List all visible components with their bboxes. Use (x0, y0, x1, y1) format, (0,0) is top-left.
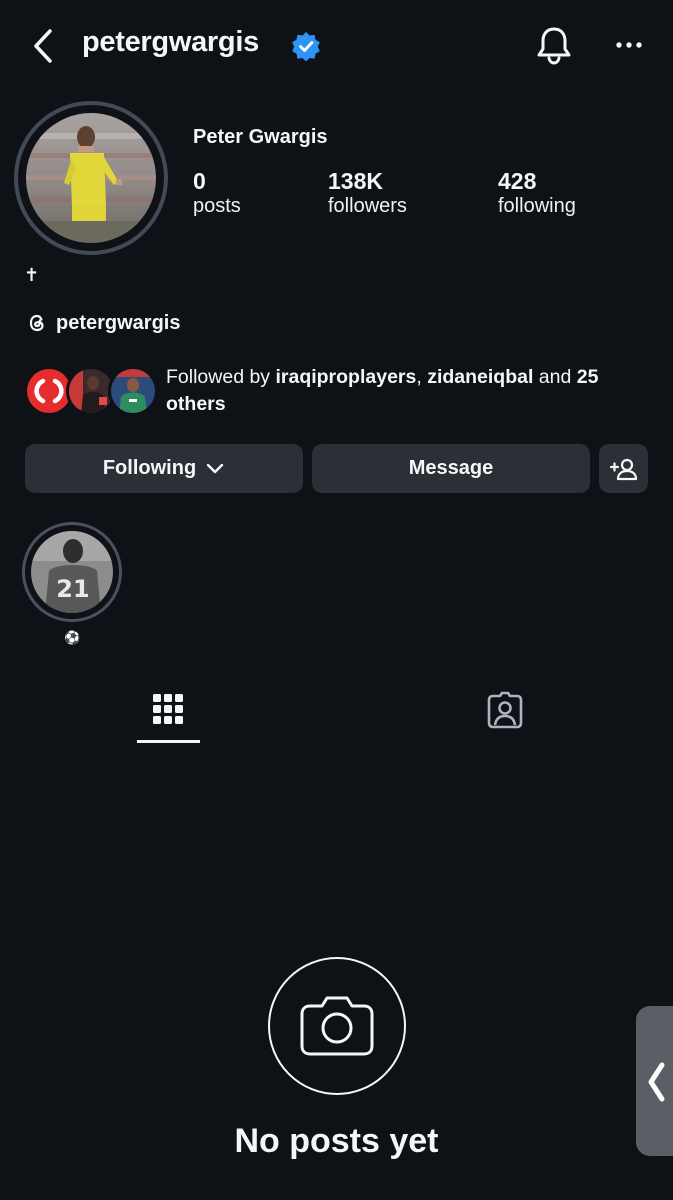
camera-icon (300, 996, 374, 1056)
story-highlight-thumbnail[interactable]: 21 (31, 531, 113, 613)
tagged-icon[interactable] (486, 690, 524, 730)
jersey-number: 21 (56, 575, 89, 603)
grid-icon[interactable] (150, 690, 186, 728)
followers-stat[interactable]: 138K followers (328, 168, 407, 218)
followed-by-user-1[interactable]: iraqiproplayers (275, 366, 416, 388)
message-button-label: Message (408, 457, 494, 479)
following-button-label: Following (102, 457, 197, 479)
bio-text: ✝ (24, 265, 40, 285)
verified-badge-icon (292, 32, 320, 61)
threads-icon[interactable] (26, 312, 48, 334)
chevron-left-icon (648, 1062, 665, 1102)
more-options-icon[interactable] (614, 32, 644, 58)
posts-stat[interactable]: 0 posts (193, 168, 241, 218)
followers-label: followers (328, 195, 407, 217)
side-panel-handle[interactable] (636, 1006, 673, 1156)
threads-handle-link[interactable]: petergwargis (56, 312, 180, 335)
message-button[interactable]: Message (312, 444, 590, 493)
story-highlight-label: ⚽ (64, 630, 81, 645)
following-button[interactable]: Following (25, 444, 303, 493)
active-tab-indicator (137, 740, 200, 743)
follower-avatar-3 (108, 366, 158, 416)
profile-full-name: Peter Gwargis (193, 126, 328, 148)
following-stat[interactable]: 428 following (498, 168, 576, 218)
following-count: 428 (498, 168, 537, 194)
back-chevron-icon[interactable] (28, 26, 62, 66)
followers-count: 138K (328, 168, 383, 194)
suggested-people-button[interactable] (599, 444, 648, 493)
followed-by-text[interactable]: Followed by iraqiproplayers, zidaneiqbal… (166, 364, 646, 418)
add-person-icon (609, 458, 637, 480)
profile-username: petergwargis (82, 26, 259, 58)
following-label: following (498, 195, 576, 217)
empty-state-title: No posts yet (234, 1122, 439, 1160)
profile-picture[interactable] (26, 113, 156, 243)
followed-by-user-2[interactable]: zidaneiqbal (427, 366, 533, 388)
posts-count: 0 (193, 168, 206, 194)
posts-label: posts (193, 195, 241, 217)
bell-icon[interactable] (535, 24, 573, 66)
chevron-down-icon (206, 463, 224, 473)
